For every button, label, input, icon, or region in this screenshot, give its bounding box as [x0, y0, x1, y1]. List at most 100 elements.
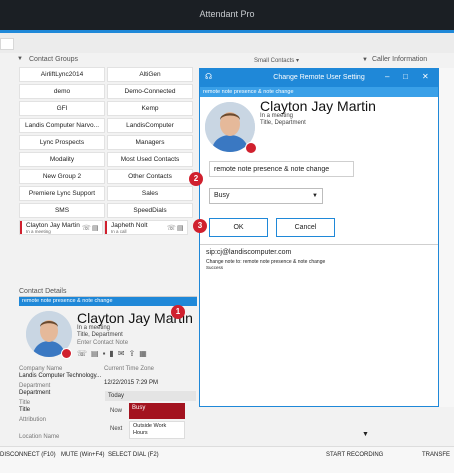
step-badge-1: 1: [171, 305, 185, 319]
title-value: Title: [19, 407, 31, 413]
cancel-button[interactable]: Cancel: [276, 218, 335, 237]
caller-info-header[interactable]: ▼ Caller Information: [362, 56, 427, 63]
chevron-down-icon: ▼: [312, 193, 318, 199]
group-item[interactable]: Premiere Lync Support: [19, 186, 105, 201]
mute-button[interactable]: MUTE (Win+F4): [61, 452, 105, 458]
group-item[interactable]: Sales: [107, 186, 193, 201]
group-item[interactable]: SpeedDials: [107, 203, 193, 218]
phone-icon[interactable]: ☏: [167, 224, 176, 232]
scroll-down-icon[interactable]: ▼: [362, 431, 369, 438]
view-mode-dropdown[interactable]: Small Contacts ▾: [254, 57, 299, 64]
group-item[interactable]: New Group 2: [19, 169, 105, 184]
contact-title-dept: Title, Department: [77, 332, 123, 338]
note-input[interactable]: [209, 161, 354, 177]
dialog-contact-presence: In a meeting: [260, 113, 294, 119]
location-label: Location Name: [19, 434, 60, 440]
contact-note-banner: remote note presence & note change: [19, 297, 197, 306]
group-item[interactable]: demo: [19, 84, 105, 99]
contact-actions: ☏▤▪▮✉⇪▦: [77, 349, 151, 358]
contact-note-field[interactable]: Enter Contact Note: [77, 340, 128, 346]
schedule-next-label: Next: [110, 426, 123, 432]
close-icon[interactable]: ✕: [422, 72, 429, 81]
group-item[interactable]: AirliftLync2014: [19, 67, 105, 82]
group-item[interactable]: AltiGen: [107, 67, 193, 82]
schedule-icon[interactable]: ▦: [139, 349, 151, 358]
schedule-next-status: Outside Work Hours: [129, 421, 185, 439]
group-item[interactable]: Lync Prospects: [19, 135, 105, 150]
group-item[interactable]: Other Contacts: [107, 169, 193, 184]
dialog-note-banner: remote note presence & note change: [200, 87, 438, 97]
schedule-today: Today: [105, 391, 196, 401]
presence-dot: [61, 348, 72, 359]
contact-name: Clayton Jay Martin: [26, 222, 80, 229]
contact-card-small[interactable]: Japheth Nolt In a call ☏ ▤: [104, 220, 188, 235]
presence-dot: [245, 142, 257, 154]
select-dial-button[interactable]: SELECT DIAL (F2): [108, 452, 159, 458]
divider: [200, 244, 438, 245]
group-item[interactable]: LandisComputer: [107, 118, 193, 133]
contact-status: In a meeting: [26, 229, 51, 234]
dialog-contact-title-dept: Title, Department: [260, 120, 306, 126]
group-item[interactable]: Kemp: [107, 101, 193, 116]
group-item[interactable]: Managers: [107, 135, 193, 150]
toolbar: [0, 33, 454, 53]
attribution-label: Attribution: [19, 417, 47, 423]
collapse-caret-icon[interactable]: ▼: [362, 57, 368, 63]
group-item[interactable]: Landis Computer Narvo...: [19, 118, 105, 133]
company-value: Landis Computer Technology...: [19, 373, 102, 379]
status-select-value: Busy: [214, 192, 230, 199]
email-icon[interactable]: ✉: [118, 349, 129, 358]
search-box[interactable]: [0, 38, 14, 50]
contact-name: Japheth Nolt: [111, 222, 148, 229]
schedule-now-label: Now: [110, 408, 123, 414]
time-value: 12/22/2015 7:29 PM: [104, 380, 159, 386]
caller-info-label: Caller Information: [371, 56, 428, 63]
group-item[interactable]: SMS: [19, 203, 105, 218]
share-icon[interactable]: ⇪: [129, 349, 140, 358]
start-recording-button[interactable]: START RECORDING: [326, 452, 383, 458]
group-item[interactable]: GFI: [19, 101, 105, 116]
phone-icon[interactable]: ☏: [82, 224, 91, 232]
collapse-caret-icon[interactable]: ▼: [17, 56, 23, 62]
change-remote-user-dialog: ☊ Change Remote User Setting – □ ✕ remot…: [199, 68, 439, 407]
department-label: Department: [19, 383, 51, 389]
disconnect-button[interactable]: DISCONNECT (F10): [0, 452, 56, 458]
presence-bar: [105, 221, 107, 234]
contact-groups-label: Contact Groups: [29, 56, 79, 63]
video-icon[interactable]: ▮: [109, 349, 117, 358]
title-label: Title: [19, 400, 31, 406]
result-message: Change note to: remote note presence & n…: [206, 259, 326, 265]
department-value: Department: [19, 390, 51, 396]
schedule-next-row: Next Outside Work Hours: [105, 421, 196, 439]
ok-button[interactable]: OK: [209, 218, 268, 237]
maximize-icon[interactable]: □: [403, 72, 408, 81]
step-badge-3: 3: [193, 219, 207, 233]
card-icon[interactable]: ▤: [91, 349, 103, 358]
company-label: Company Name: [19, 366, 63, 372]
view-mode-label: Small Contacts: [253, 58, 295, 64]
app-titlebar: Attendant Pro: [0, 0, 454, 30]
dialog-contact-name: Clayton Jay Martin: [260, 98, 376, 114]
group-item[interactable]: Modality: [19, 152, 105, 167]
call-icon[interactable]: ☏: [77, 349, 91, 358]
contact-card-icon[interactable]: ▤: [92, 224, 99, 232]
sip-address: sip:cj@landiscomputer.com: [206, 249, 292, 256]
result-status: Success: [206, 265, 224, 270]
timezone-label: Current Time Zone: [104, 366, 155, 372]
schedule-now-row: Now Busy: [105, 403, 196, 419]
contact-presence: In a meeting: [77, 325, 111, 331]
app-title: Attendant Pro: [199, 9, 255, 19]
contact-status: In a call: [111, 229, 127, 234]
group-item[interactable]: Most Used Contacts: [107, 152, 193, 167]
dialog-titlebar: ☊ Change Remote User Setting – □ ✕: [200, 69, 438, 87]
transfer-button[interactable]: TRANSFE: [422, 452, 450, 458]
contact-card-icon[interactable]: ▤: [177, 224, 184, 232]
minimize-icon[interactable]: –: [385, 72, 389, 81]
status-select[interactable]: Busy ▼: [209, 188, 323, 204]
right-panel-edge: [439, 68, 454, 407]
step-badge-2: 2: [189, 172, 203, 186]
contact-card-small[interactable]: Clayton Jay Martin In a meeting ☏ ▤: [19, 220, 103, 235]
group-item[interactable]: Demo-Connected: [107, 84, 193, 99]
contact-details-header: Contact Details: [19, 288, 67, 295]
presence-bar: [20, 221, 22, 234]
